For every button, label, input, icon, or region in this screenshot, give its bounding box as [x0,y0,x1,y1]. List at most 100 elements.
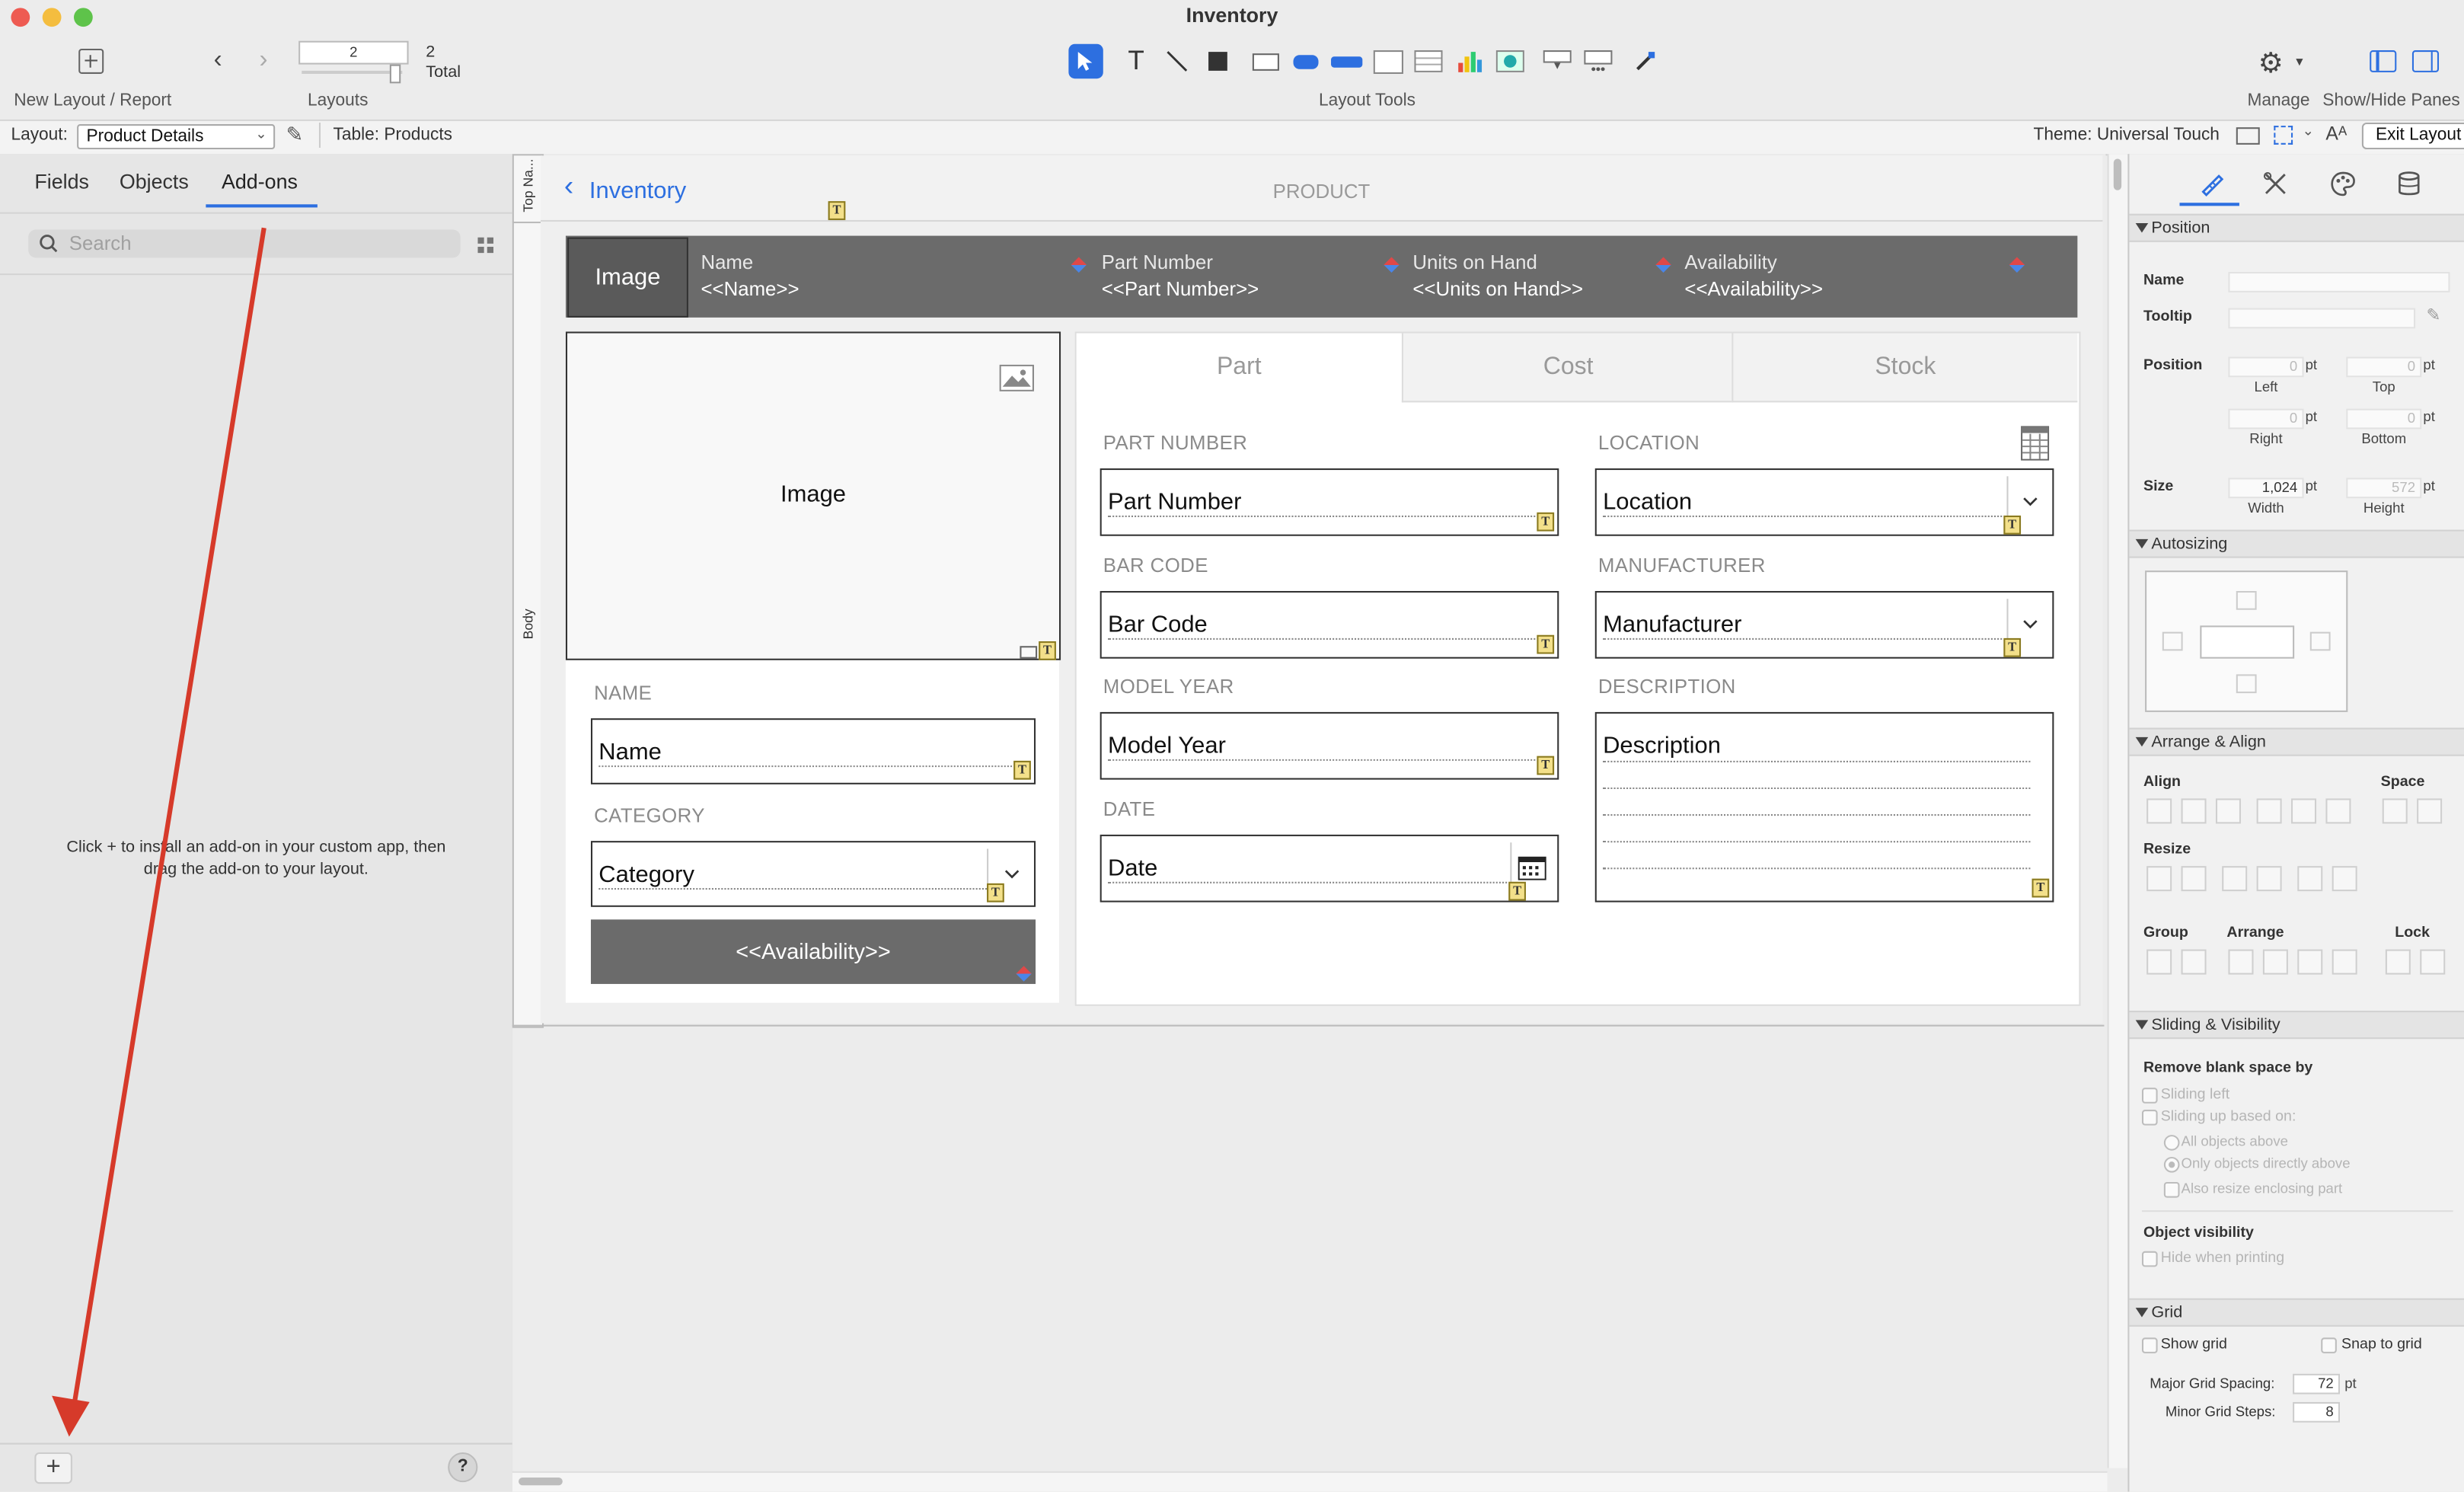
portal-tool-icon[interactable] [1411,44,1445,78]
resize-largest-width-button[interactable] [2181,866,2207,892]
date-field[interactable]: Date T [1100,834,1559,903]
resize-smallest-both-button[interactable] [2297,866,2323,892]
snap-to-grid-checkbox[interactable] [2321,1337,2337,1353]
all-objects-above-radio[interactable] [2163,1135,2180,1151]
right-input[interactable]: 0 [2228,408,2304,430]
bring-to-front-button[interactable] [2228,949,2254,975]
popover-tool-icon[interactable] [1540,44,1575,78]
category-dropdown[interactable]: Category T [590,841,1036,907]
tab-add-ons[interactable]: Add-ons [222,170,298,193]
only-objects-directly-above-radio[interactable] [2163,1156,2180,1173]
section-arrange-align[interactable]: Arrange & Align [2129,727,2464,756]
send-backward-button[interactable] [2297,949,2323,975]
chevron-left-icon[interactable]: ‹ [564,171,573,200]
align-bottom-button[interactable] [2325,798,2351,824]
ungroup-button[interactable] [2181,949,2207,975]
horizontal-scrollbar[interactable] [512,1471,2108,1492]
tab-objects[interactable]: Objects [120,170,189,193]
group-button[interactable] [2146,949,2172,975]
description-field[interactable]: Description T [1594,711,2054,903]
tab-fields[interactable]: Fields [34,170,89,193]
font-size-icon[interactable]: Aᴬ [2325,123,2347,145]
vertical-scroll-thumb[interactable] [2113,158,2122,190]
hide-when-printing-checkbox[interactable] [2141,1251,2158,1267]
summary-header[interactable]: Image Name <<Name>> Part Number <<Part N… [565,235,2078,318]
tooltip-input[interactable] [2228,308,2416,329]
previous-layout-icon[interactable]: ‹ [214,47,222,75]
show-grid-checkbox[interactable] [2141,1337,2158,1353]
anchor-left-toggle[interactable] [2162,631,2183,651]
send-to-back-button[interactable] [2332,949,2357,975]
show-right-pane-icon[interactable] [2411,50,2440,72]
minor-grid-steps-input[interactable]: 8 [2293,1401,2340,1423]
model-year-field[interactable]: Model Year T [1100,711,1559,780]
part-number-field[interactable]: Part Number T [1100,468,1559,536]
also-resize-checkbox[interactable] [2163,1181,2180,1198]
tab-part[interactable]: Part [1076,333,1402,403]
select-pointer-icon[interactable] [1068,43,1103,79]
guides-icon[interactable] [2274,126,2293,145]
sliding-up-checkbox[interactable] [2141,1110,2158,1126]
button-bar-tool-icon[interactable] [1329,44,1364,78]
line-tool-icon[interactable] [1160,44,1194,78]
vertical-scrollbar[interactable] [2107,154,2128,1468]
layout-slider-thumb[interactable] [389,64,401,84]
layout-slider[interactable] [302,70,403,74]
search-input[interactable]: Search [28,229,461,258]
field-tool-icon[interactable] [1248,44,1282,78]
appearance-tools-icon[interactable] [2263,171,2288,196]
section-autosizing[interactable]: Autosizing [2129,529,2464,558]
section-grid[interactable]: Grid [2129,1298,2464,1327]
resize-largest-both-button[interactable] [2332,866,2357,892]
table-view-icon[interactable] [2021,426,2050,461]
align-top-button[interactable] [2256,798,2282,824]
bring-forward-button[interactable] [2262,949,2288,975]
help-button[interactable]: ? [448,1452,478,1483]
bottom-input[interactable]: 0 [2346,408,2422,430]
horizontal-scroll-thumb[interactable] [519,1477,563,1486]
align-right-button[interactable] [2215,798,2241,824]
width-input[interactable]: 1,024 [2228,478,2304,499]
palette-icon[interactable] [2331,171,2356,196]
location-dropdown[interactable]: Location T [1594,468,2054,536]
layout-number-field[interactable]: 2 [298,40,409,65]
layout-menu[interactable]: Product Details ⌄ [77,124,276,150]
anchor-right-toggle[interactable] [2309,631,2331,651]
resize-largest-height-button[interactable] [2256,866,2282,892]
rectangle-tool-icon[interactable] [1201,44,1235,78]
name-field[interactable]: Name T [590,718,1036,784]
gear-icon[interactable]: ⚙ [2258,47,2284,80]
grid-view-icon[interactable] [477,237,495,258]
data-cylinder-icon[interactable] [2398,171,2420,196]
align-middle-button[interactable] [2291,798,2317,824]
slide-control-tool-icon[interactable] [1581,44,1615,78]
pencil-icon[interactable]: ✎ [2427,305,2441,325]
sliding-left-checkbox[interactable] [2141,1088,2158,1104]
position-ruler-icon[interactable] [2198,171,2224,196]
show-left-pane-icon[interactable] [2370,50,2397,72]
section-sliding-visibility[interactable]: Sliding & Visibility [2129,1011,2464,1040]
tab-cost[interactable]: Cost [1401,333,1734,403]
bar-code-field[interactable]: Bar Code T [1100,590,1559,659]
align-center-button[interactable] [2181,798,2207,824]
chevron-down-icon[interactable]: ⌄ [2302,123,2314,140]
image-container-field[interactable]: Image T [565,331,1061,660]
pencil-icon[interactable]: ✎ [286,123,304,148]
format-painter-icon[interactable] [1628,44,1662,78]
availability-button[interactable]: <<Availability>> [590,919,1036,984]
theme-icon[interactable] [2236,127,2260,145]
top-input[interactable]: 0 [2346,356,2422,378]
add-addon-button[interactable]: + [34,1452,72,1484]
text-tool-icon[interactable]: T [1119,44,1153,78]
new-layout-icon[interactable] [78,48,104,74]
autosizing-control[interactable] [2145,570,2348,712]
web-viewer-tool-icon[interactable] [1493,44,1527,78]
resize-smallest-height-button[interactable] [2222,866,2248,892]
height-input[interactable]: 572 [2346,478,2422,499]
unlock-button[interactable] [2420,949,2446,975]
nav-back-label[interactable]: Inventory [589,177,686,204]
exit-layout-button[interactable]: Exit Layout [2361,122,2464,150]
chevron-down-icon[interactable]: ▾ [2296,53,2303,71]
major-grid-spacing-input[interactable]: 72 [2293,1373,2340,1395]
object-name-input[interactable] [2228,272,2450,292]
